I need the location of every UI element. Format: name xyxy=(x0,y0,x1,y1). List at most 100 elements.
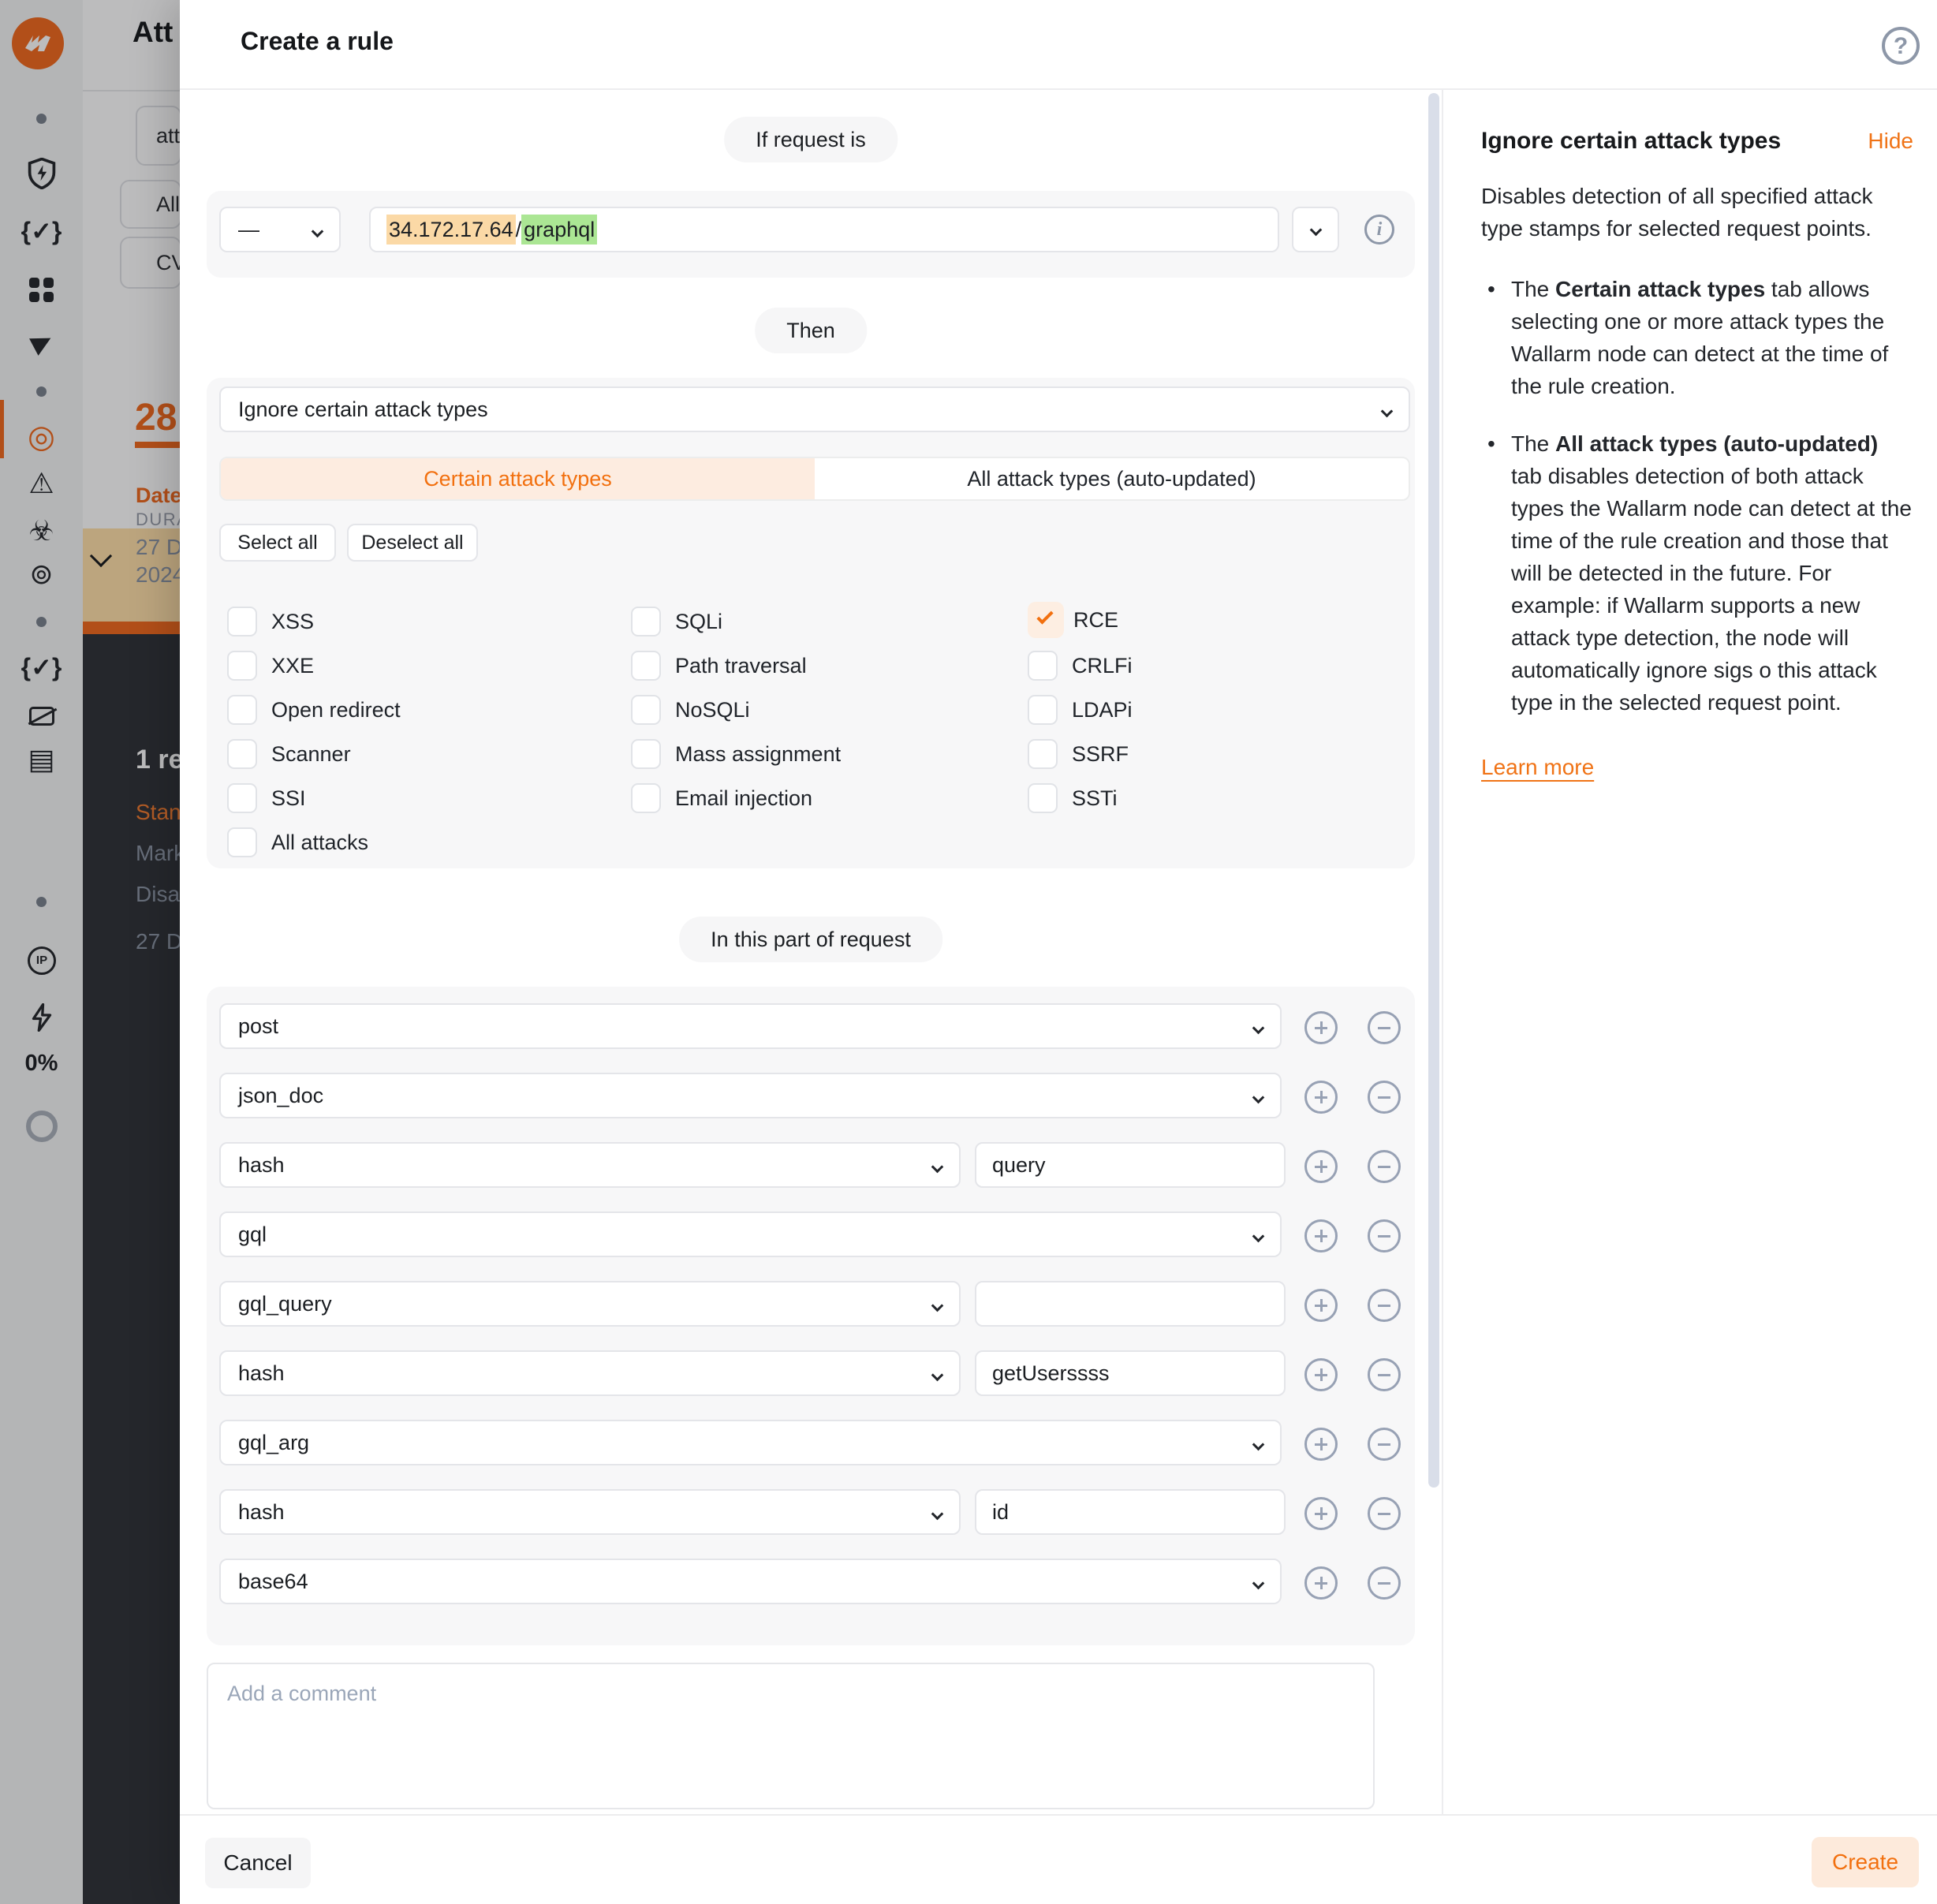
add-part-icon[interactable] xyxy=(1304,1289,1338,1322)
help-icon[interactable]: ? xyxy=(1882,27,1920,65)
attack-type-label: RCE xyxy=(1073,608,1118,633)
add-part-icon[interactable] xyxy=(1304,1358,1338,1391)
help-intro: Disables detection of all specified atta… xyxy=(1481,180,1913,245)
deselect-all-button[interactable]: Deselect all xyxy=(347,524,478,562)
part-value: json_doc xyxy=(238,1084,323,1107)
attack-type-path-traversal[interactable]: Path traversal xyxy=(631,648,807,684)
part-value: hash xyxy=(238,1361,285,1385)
checkbox-icon xyxy=(227,695,257,725)
add-part-icon[interactable] xyxy=(1304,1081,1338,1114)
request-part-select[interactable]: json_doc xyxy=(219,1073,1282,1118)
action-value: Ignore certain attack types xyxy=(238,398,488,421)
uri-host-token: 34.172.17.64 xyxy=(386,215,516,245)
remove-part-icon[interactable] xyxy=(1368,1150,1401,1183)
attack-type-sqli[interactable]: SQLi xyxy=(631,603,722,640)
add-part-icon[interactable] xyxy=(1304,1150,1338,1183)
attack-type-label: Mass assignment xyxy=(675,742,841,767)
attack-type-rce[interactable]: RCE xyxy=(1028,602,1118,638)
attack-type-open-redirect[interactable]: Open redirect xyxy=(227,692,401,728)
comment-textarea[interactable] xyxy=(207,1663,1375,1809)
attack-type-mass-assignment[interactable]: Mass assignment xyxy=(631,736,841,772)
remove-part-icon[interactable] xyxy=(1368,1011,1401,1044)
attack-type-nosqli[interactable]: NoSQLi xyxy=(631,692,750,728)
remove-part-icon[interactable] xyxy=(1368,1358,1401,1391)
attack-type-label: All attacks xyxy=(271,831,368,855)
attack-type-xss[interactable]: XSS xyxy=(227,603,314,640)
request-part-select[interactable]: hash xyxy=(219,1350,961,1396)
add-part-icon[interactable] xyxy=(1304,1428,1338,1461)
part-key-input[interactable] xyxy=(975,1489,1286,1535)
add-part-icon[interactable] xyxy=(1304,1566,1338,1600)
remove-part-icon[interactable] xyxy=(1368,1219,1401,1253)
checkbox-icon xyxy=(1028,783,1058,813)
attack-type-label: SQLi xyxy=(675,610,722,634)
info-icon[interactable]: i xyxy=(1364,215,1394,245)
remove-part-icon[interactable] xyxy=(1368,1497,1401,1530)
attack-types-tabs: Certain attack types All attack types (a… xyxy=(219,457,1410,501)
checkbox-checked-icon xyxy=(1028,602,1064,638)
checkbox-icon xyxy=(227,783,257,813)
dialog-title: Create a rule xyxy=(241,27,394,56)
attack-type-email-injection[interactable]: Email injection xyxy=(631,780,812,816)
chevron-down-icon xyxy=(1310,224,1323,237)
part-value: base64 xyxy=(238,1570,308,1593)
part-key-input[interactable] xyxy=(975,1142,1286,1188)
chevron-down-icon xyxy=(931,1300,944,1312)
request-part-pill: In this part of request xyxy=(679,917,942,962)
action-select[interactable]: Ignore certain attack types xyxy=(219,386,1410,432)
checkbox-icon xyxy=(1028,651,1058,681)
chevron-down-icon xyxy=(1381,405,1394,418)
part-value: hash xyxy=(238,1500,285,1524)
chevron-down-icon xyxy=(312,226,324,238)
uri-path-token: graphql xyxy=(521,215,597,245)
checkbox-icon xyxy=(1028,695,1058,725)
checkbox-icon xyxy=(631,651,661,681)
part-key-input[interactable] xyxy=(975,1281,1286,1327)
expand-uri-button[interactable] xyxy=(1292,207,1339,252)
request-part-select[interactable]: base64 xyxy=(219,1559,1282,1604)
part-value: gql_query xyxy=(238,1292,332,1316)
checkbox-icon xyxy=(227,607,257,637)
attack-type-scanner[interactable]: Scanner xyxy=(227,736,351,772)
create-button[interactable]: Create xyxy=(1812,1837,1919,1887)
scrollbar-thumb[interactable] xyxy=(1428,93,1439,1488)
add-part-icon[interactable] xyxy=(1304,1497,1338,1530)
method-select[interactable]: — xyxy=(219,207,341,252)
attack-type-ssrf[interactable]: SSRF xyxy=(1028,736,1129,772)
checkbox-icon xyxy=(631,695,661,725)
checkbox-icon xyxy=(227,651,257,681)
attack-type-ssi[interactable]: SSI xyxy=(227,780,306,816)
tab-certain-attack-types[interactable]: Certain attack types xyxy=(221,458,815,499)
add-part-icon[interactable] xyxy=(1304,1219,1338,1253)
request-part-select[interactable]: hash xyxy=(219,1489,961,1535)
tab-all-attack-types[interactable]: All attack types (auto-updated) xyxy=(815,458,1409,499)
select-all-button[interactable]: Select all xyxy=(219,524,336,562)
remove-part-icon[interactable] xyxy=(1368,1428,1401,1461)
attack-type-label: XSS xyxy=(271,610,314,634)
request-part-select[interactable]: gql_query xyxy=(219,1281,961,1327)
attack-type-ldapi[interactable]: LDAPi xyxy=(1028,692,1133,728)
request-part-select[interactable]: post xyxy=(219,1003,1282,1049)
attack-type-ssti[interactable]: SSTi xyxy=(1028,780,1118,816)
request-part-select[interactable]: gql_arg xyxy=(219,1420,1282,1465)
attack-type-crlfi[interactable]: CRLFi xyxy=(1028,648,1133,684)
help-panel-title: Ignore certain attack types xyxy=(1481,128,1781,155)
chevron-down-icon xyxy=(1252,1230,1265,1243)
attack-type-label: Open redirect xyxy=(271,698,401,722)
cancel-button[interactable]: Cancel xyxy=(205,1838,311,1888)
part-key-input[interactable] xyxy=(975,1350,1286,1396)
request-part-select[interactable]: gql xyxy=(219,1211,1282,1257)
request-part-select[interactable]: hash xyxy=(219,1142,961,1188)
attack-type-all-attacks[interactable]: All attacks xyxy=(227,824,368,861)
remove-part-icon[interactable] xyxy=(1368,1289,1401,1322)
remove-part-icon[interactable] xyxy=(1368,1081,1401,1114)
learn-more-link[interactable]: Learn more xyxy=(1481,755,1594,780)
help-bullet: The All attack types (auto-updated) tab … xyxy=(1481,427,1913,719)
uri-input[interactable]: 34.172.17.64/graphql xyxy=(369,207,1279,252)
remove-part-icon[interactable] xyxy=(1368,1566,1401,1600)
method-value: — xyxy=(238,218,259,241)
attack-type-label: Email injection xyxy=(675,786,812,811)
hide-link[interactable]: Hide xyxy=(1868,129,1913,154)
add-part-icon[interactable] xyxy=(1304,1011,1338,1044)
attack-type-xxe[interactable]: XXE xyxy=(227,648,314,684)
